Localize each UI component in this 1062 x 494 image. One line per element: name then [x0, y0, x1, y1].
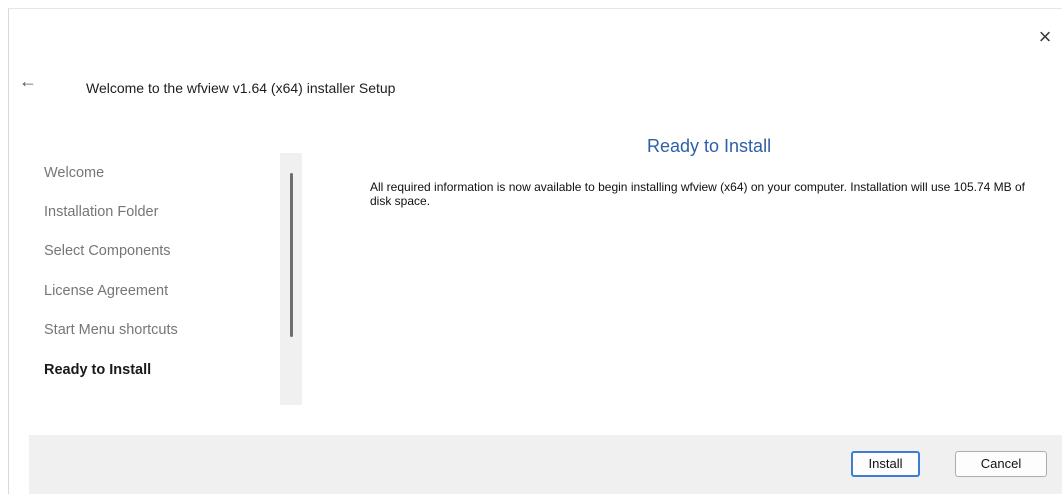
install-button[interactable]: Install: [851, 451, 920, 477]
step-select-components: Select Components: [44, 243, 171, 259]
install-summary-text: All required information is now availabl…: [370, 180, 1026, 208]
cancel-button[interactable]: Cancel: [955, 451, 1047, 477]
close-icon[interactable]: ×: [1034, 26, 1056, 48]
steps-sidebar: Welcome Installation Folder Select Compo…: [28, 145, 302, 405]
back-arrow-icon[interactable]: ←: [19, 72, 37, 90]
step-start-menu-shortcuts: Start Menu shortcuts: [44, 322, 178, 338]
step-installation-folder: Installation Folder: [44, 204, 159, 220]
step-license-agreement: License Agreement: [44, 283, 169, 299]
step-welcome: Welcome: [44, 165, 105, 181]
sidebar-scrollbar-thumb[interactable]: [290, 173, 293, 337]
step-ready-to-install: Ready to Install: [44, 362, 152, 378]
window-title: Welcome to the wfview v1.64 (x64) instal…: [86, 80, 396, 96]
page-heading: Ready to Install: [647, 136, 772, 156]
